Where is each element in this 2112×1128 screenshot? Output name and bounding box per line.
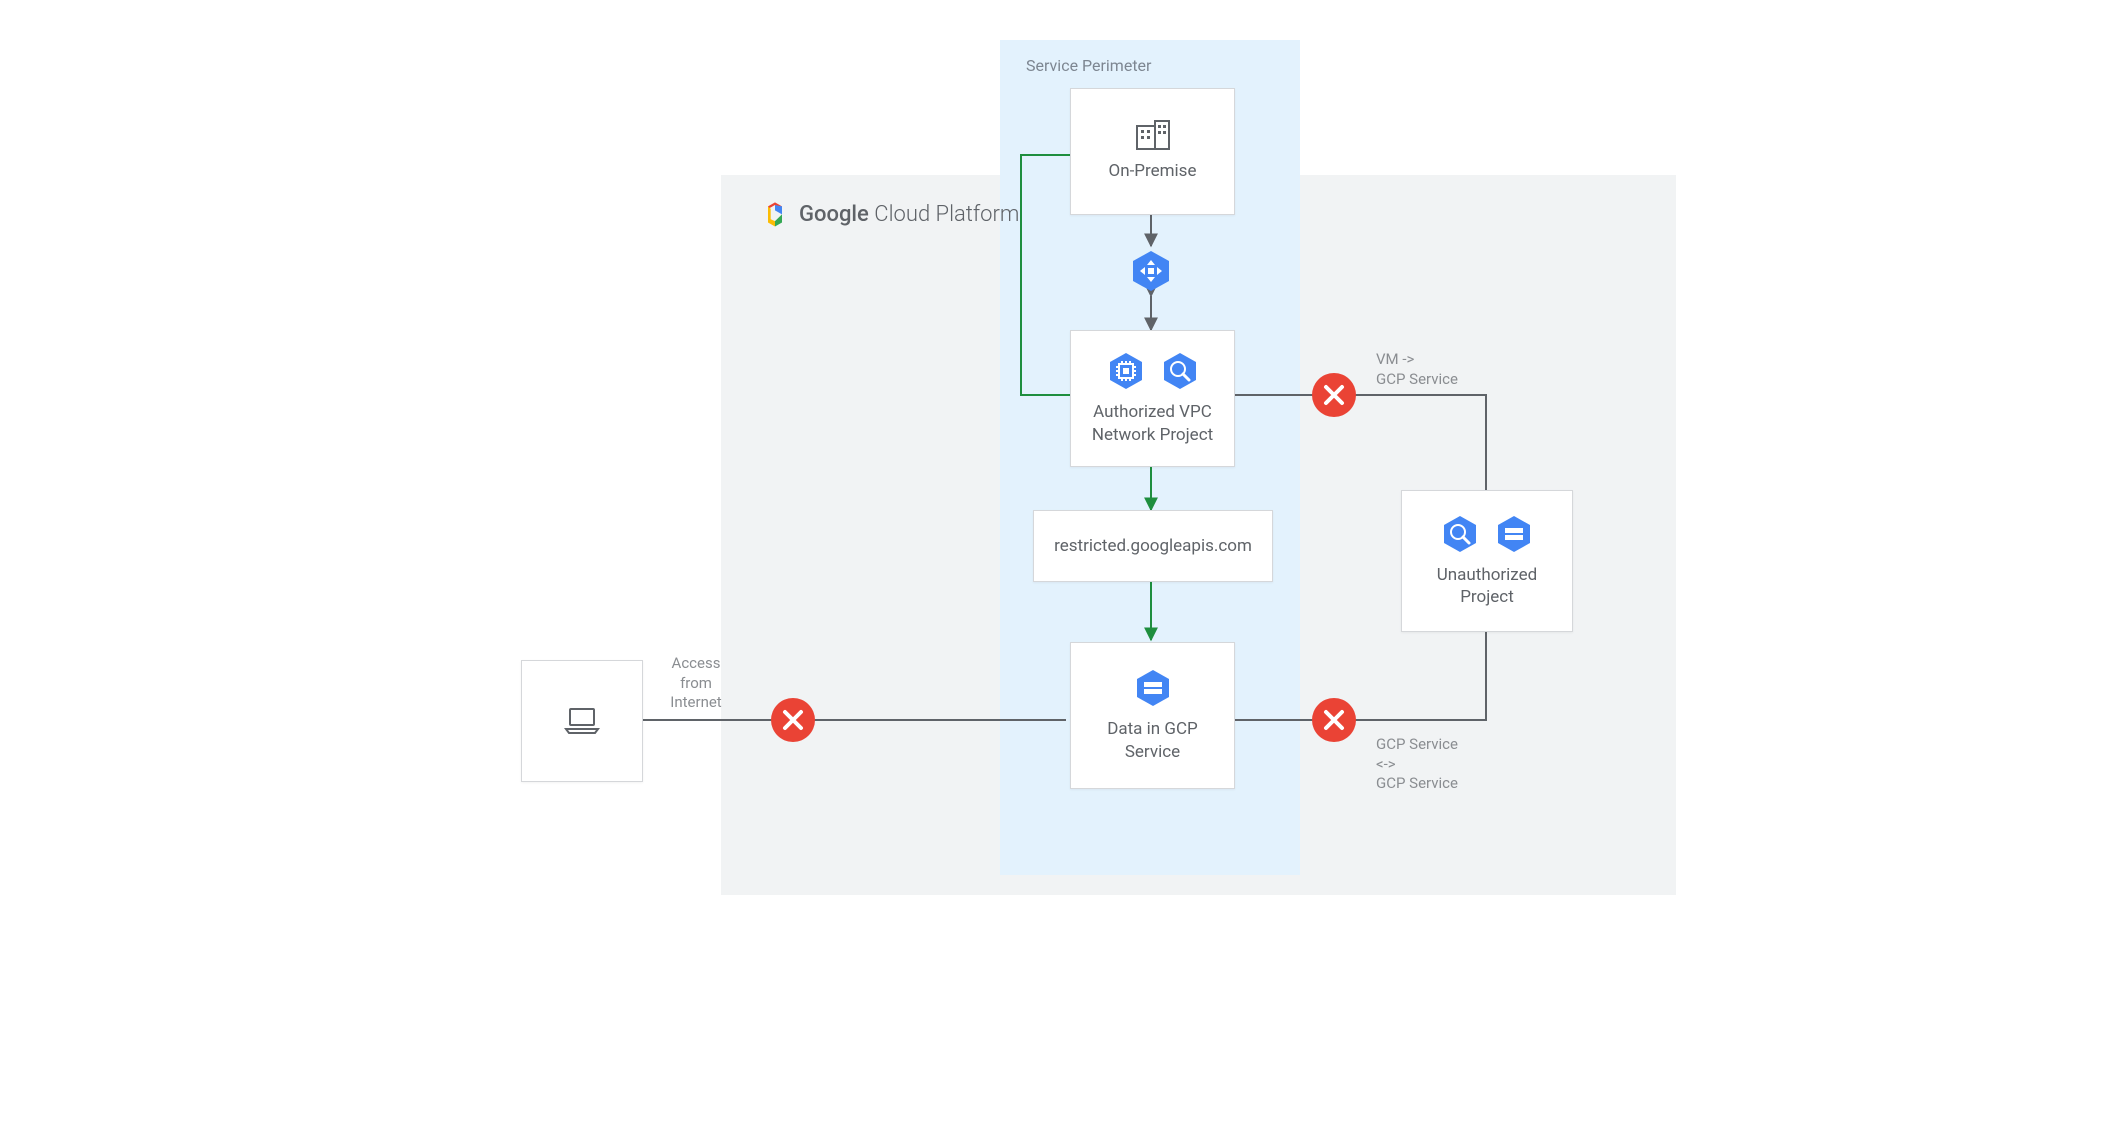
data-in-gcp-label: Data in GCP Service	[1107, 718, 1198, 762]
gcp-logo: Google Cloud Platform	[761, 200, 1019, 228]
unauthorized-project-label: Unauthorized Project	[1437, 564, 1537, 608]
restricted-api-label: restricted.googleapis.com	[1054, 535, 1252, 557]
vm-to-service-note: VM -> GCP Service	[1376, 350, 1486, 389]
storage-icon	[1133, 668, 1173, 708]
access-from-internet-note: Access from Internet	[656, 654, 736, 713]
gcp-hexagon-icon	[761, 200, 789, 228]
gcp-logo-bold: Google	[799, 202, 869, 227]
authorized-vpc-node: Authorized VPC Network Project	[1070, 330, 1235, 467]
gcp-logo-light: Cloud Platform	[874, 202, 1019, 227]
service-to-service-note: GCP Service <-> GCP Service	[1376, 735, 1496, 794]
storage-icon	[1494, 514, 1534, 554]
bigquery-icon	[1440, 514, 1480, 554]
diagram-stage: Service Perimeter Google Cloud Platform	[306, 0, 1806, 900]
on-premise-label: On-Premise	[1109, 160, 1197, 182]
data-in-gcp-node: Data in GCP Service	[1070, 642, 1235, 789]
service-perimeter-label: Service Perimeter	[1026, 56, 1151, 75]
authorized-vpc-label: Authorized VPC Network Project	[1092, 401, 1213, 445]
internet-client-node	[521, 660, 643, 782]
on-premise-node: On-Premise	[1070, 88, 1235, 215]
restricted-api-node: restricted.googleapis.com	[1033, 510, 1273, 582]
laptop-icon	[564, 707, 600, 735]
building-icon	[1136, 120, 1170, 150]
unauthorized-project-node: Unauthorized Project	[1401, 490, 1573, 632]
compute-icon	[1106, 351, 1146, 391]
bigquery-icon	[1160, 351, 1200, 391]
